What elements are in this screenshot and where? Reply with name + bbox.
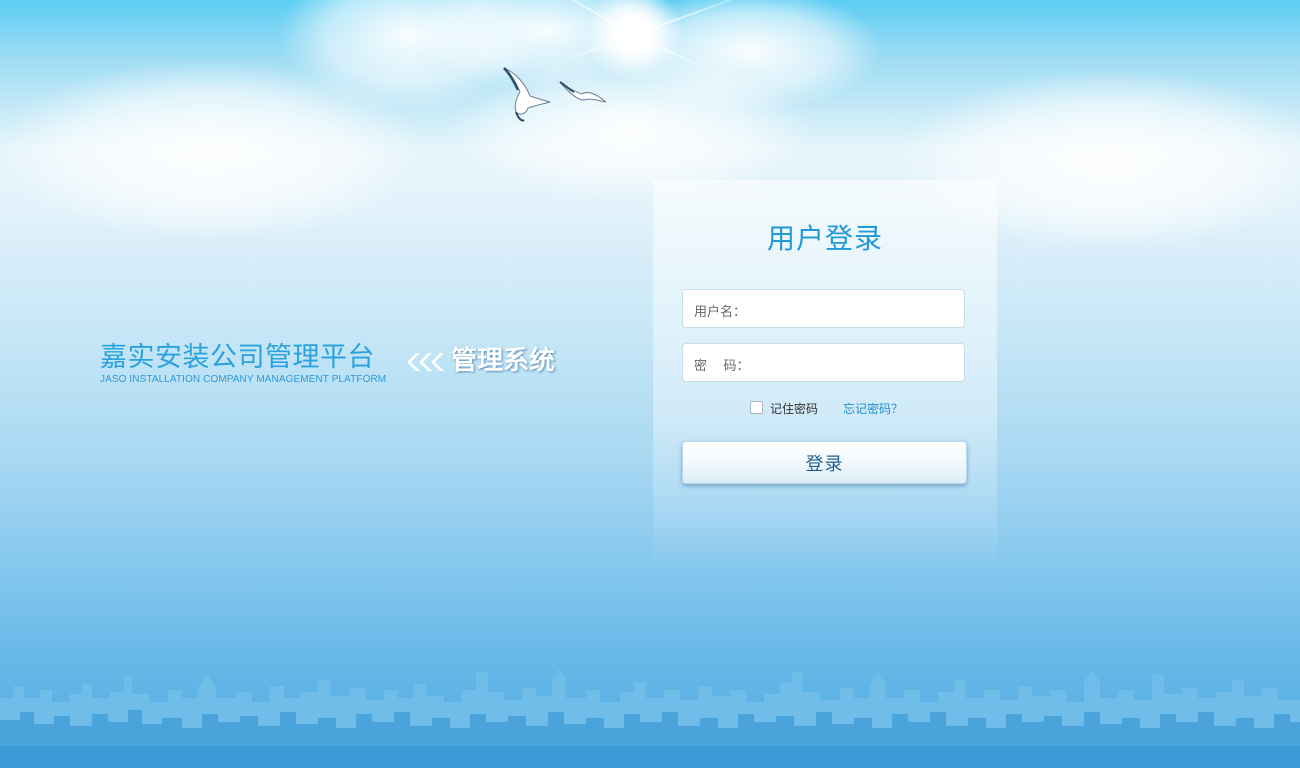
city-skyline <box>0 668 1300 768</box>
remember-label[interactable]: 记住密码 <box>770 400 818 417</box>
password-field[interactable]: 密 码： <box>682 343 965 382</box>
triple-chevron-left-icon <box>407 353 444 371</box>
system-title: 管理系统 <box>451 346 556 376</box>
password-label: 密 码： <box>694 359 750 374</box>
username-field[interactable]: 用户名： <box>682 289 965 328</box>
login-title: 用户登录 <box>766 222 883 255</box>
cloud <box>0 60 420 240</box>
brand-title: 嘉实安装公司管理平台 <box>100 342 375 373</box>
username-label: 用户名： <box>694 305 747 320</box>
login-button[interactable]: 登录 <box>682 441 967 484</box>
password-input[interactable] <box>755 350 959 377</box>
seagull-icon <box>503 67 607 122</box>
forgot-password-link[interactable]: 忘记密码？ <box>843 400 903 417</box>
brand-subtitle: JASO INSTALLATION COMPANY MANAGEMENT PLA… <box>100 374 387 385</box>
remember-checkbox[interactable] <box>750 401 763 414</box>
username-input[interactable] <box>755 296 959 323</box>
login-panel: 用户登录 用户名： 密 码： 记住密码 忘记密码？ 登录 <box>653 180 997 570</box>
login-page: 嘉实安装公司管理平台 JASO INSTALLATION COMPANY MAN… <box>0 0 1300 768</box>
brand-block: 嘉实安装公司管理平台 JASO INSTALLATION COMPANY MAN… <box>100 340 386 385</box>
